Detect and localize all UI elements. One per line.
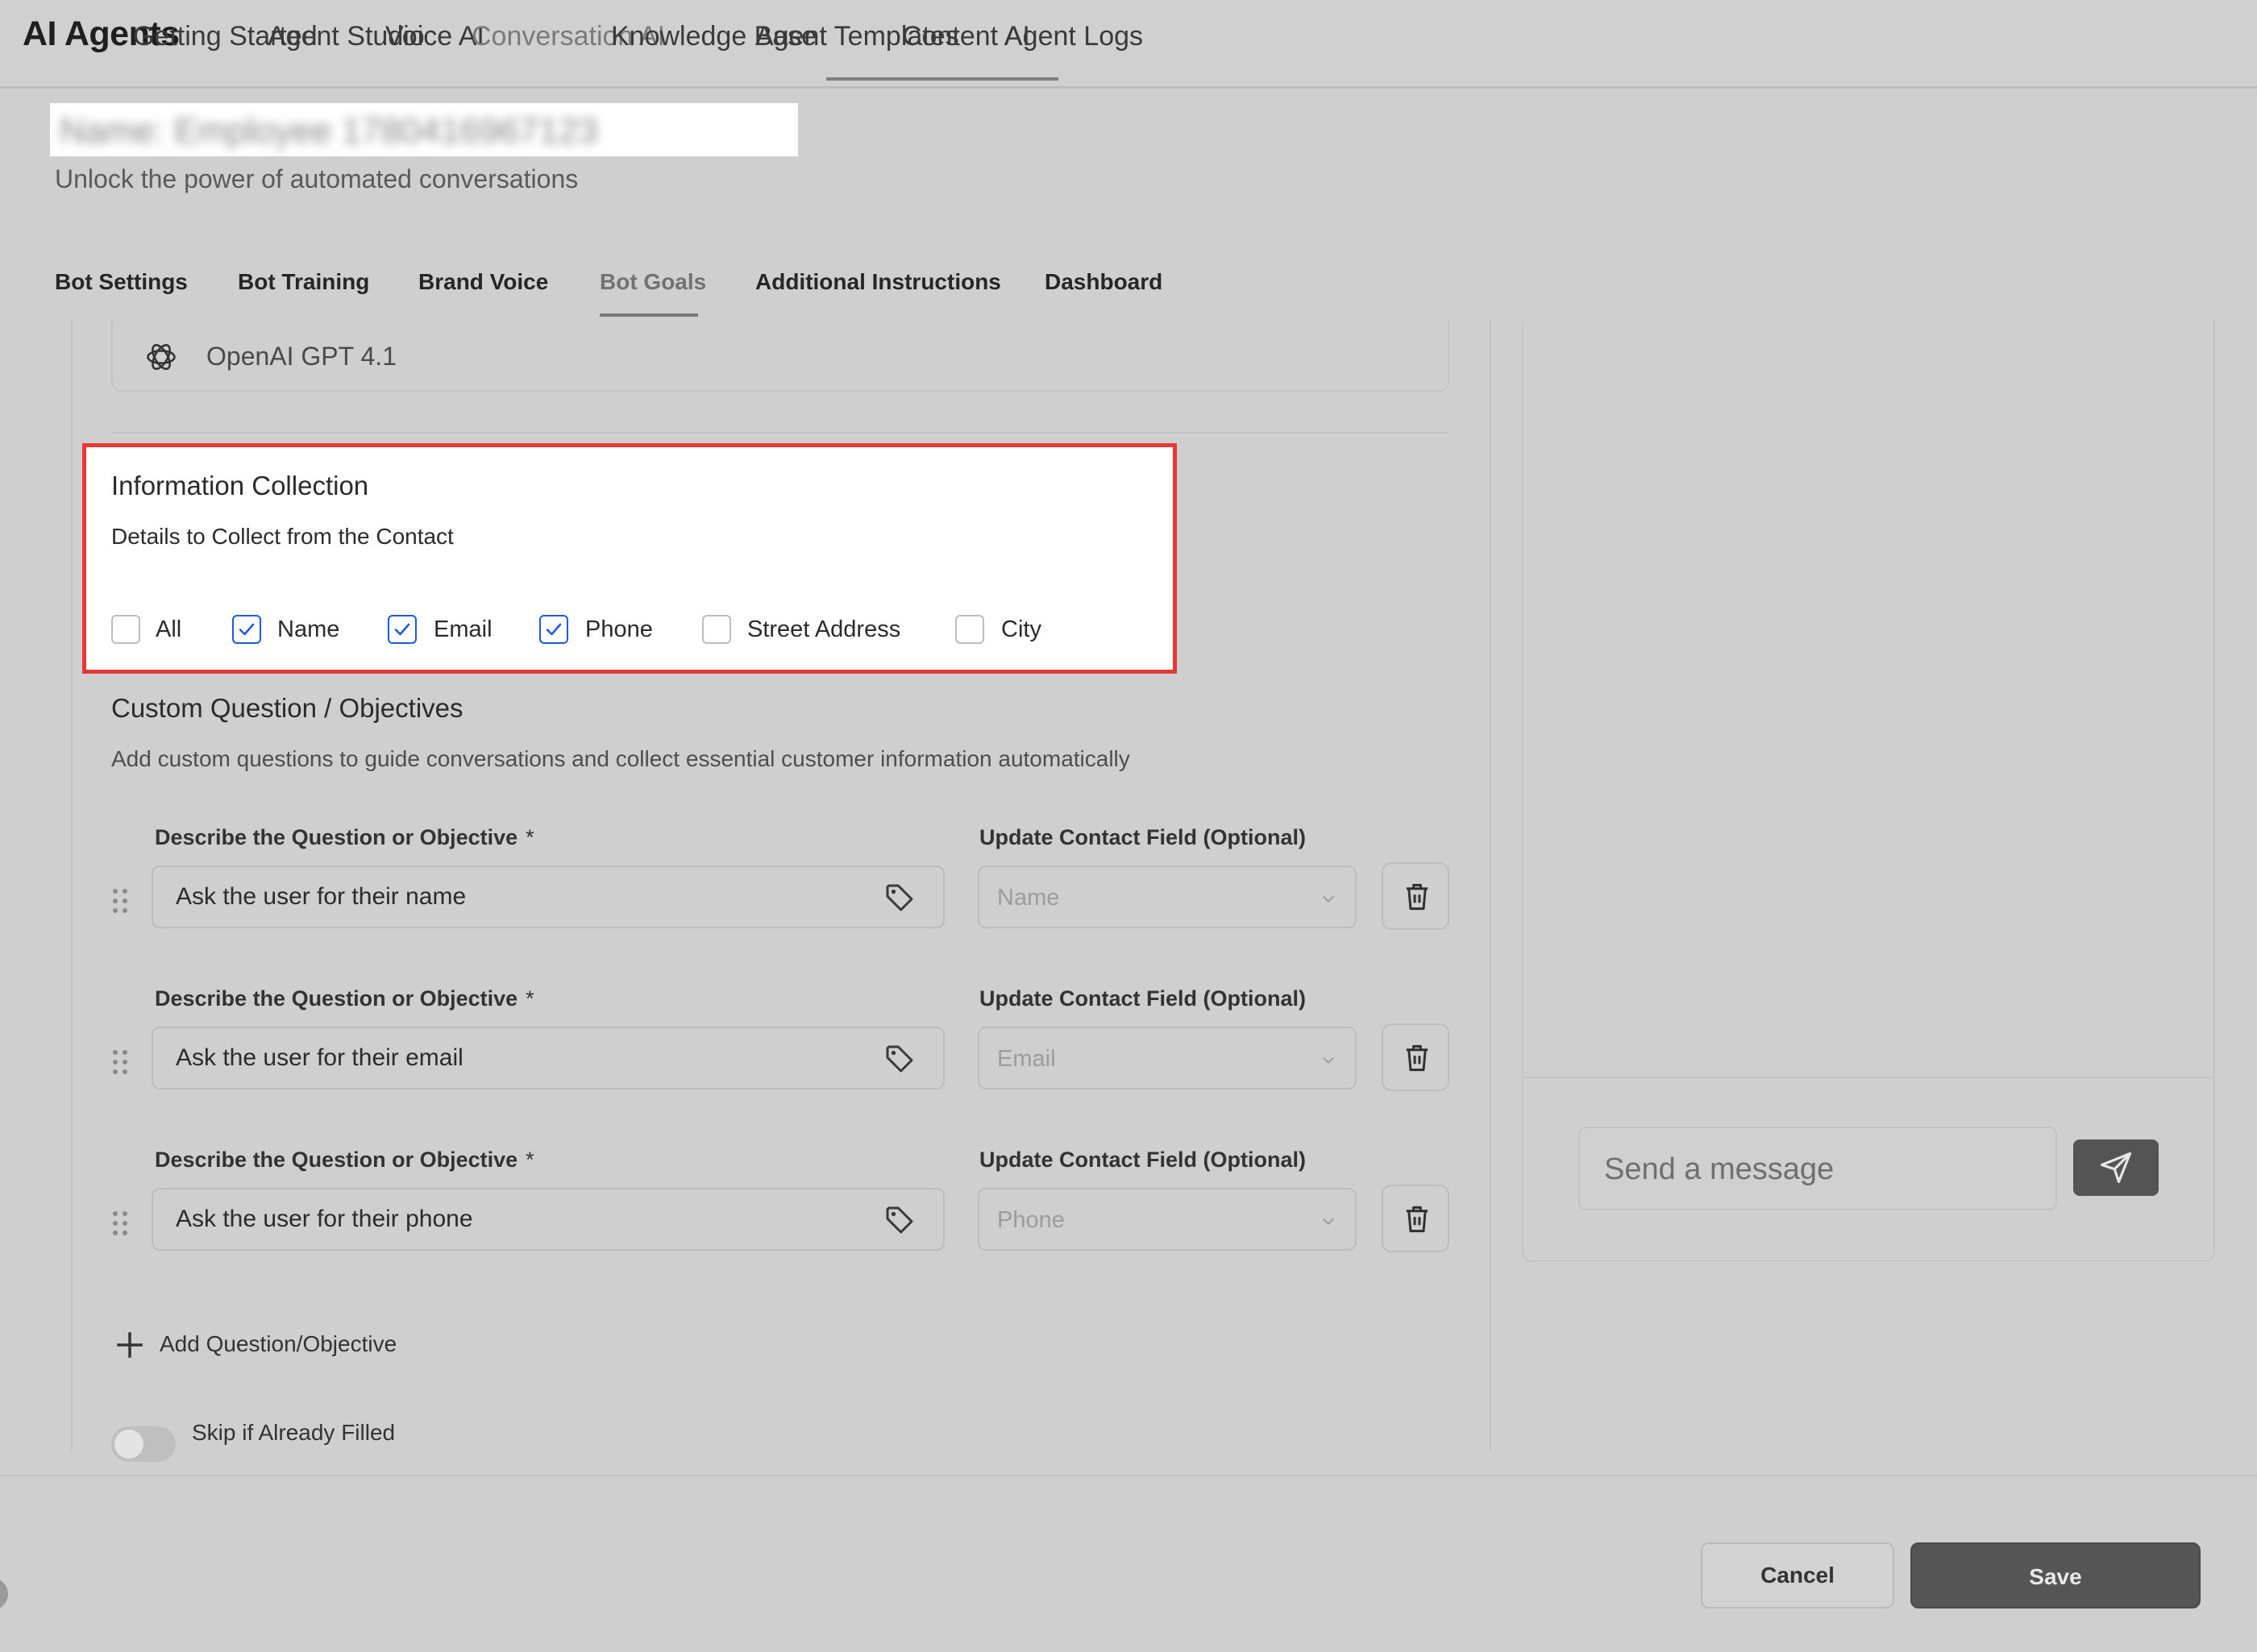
checkbox-label-phone: Phone [585, 616, 653, 642]
check-icon [546, 623, 562, 636]
delete-question-button[interactable] [1382, 1023, 1449, 1091]
checkbox-label-city: City [1001, 616, 1041, 642]
save-button[interactable]: Save [1910, 1542, 2201, 1608]
check-icon [239, 623, 255, 636]
page-subtitle: Unlock the power of automated conversati… [55, 164, 579, 193]
toggle-knob [114, 1430, 143, 1459]
tab-dashboard[interactable]: Dashboard [1045, 269, 1162, 295]
chevron-down-icon [1322, 895, 1335, 903]
side-handle[interactable] [0, 1578, 8, 1610]
skip-if-filled-toggle[interactable] [111, 1426, 176, 1462]
tag-icon[interactable] [883, 882, 916, 914]
checkbox-email[interactable] [388, 615, 417, 644]
trash-icon [1406, 1206, 1428, 1233]
drag-handle-icon[interactable] [111, 888, 129, 914]
drag-handle-icon[interactable] [111, 1049, 129, 1075]
question-input[interactable]: Ask the user for their email [152, 1027, 945, 1090]
chat-preview-panel [1522, 319, 2215, 1262]
drag-handle-icon[interactable] [111, 1210, 129, 1236]
question-input[interactable]: Ask the user for their phone [152, 1188, 945, 1251]
skip-if-filled-label: Skip if Already Filled [192, 1420, 396, 1445]
check-icon [394, 623, 410, 636]
contact-field-select[interactable]: Email [978, 1027, 1357, 1090]
delete-question-button[interactable] [1382, 1185, 1449, 1252]
information-collection-subtitle: Details to Collect from the Contact [111, 524, 454, 549]
custom-questions-title: Custom Question / Objectives [111, 693, 463, 723]
active-subtab-indicator [600, 313, 698, 317]
delete-question-button[interactable] [1382, 862, 1449, 930]
plus-icon [117, 1332, 143, 1358]
send-message-button[interactable] [2073, 1139, 2159, 1196]
question-input[interactable]: Ask the user for their name [152, 865, 945, 928]
question-label: Describe the Question or Objective * [155, 825, 534, 849]
tag-icon[interactable] [883, 1043, 916, 1075]
send-icon [2100, 1152, 2132, 1184]
model-label: OpenAI GPT 4.1 [206, 342, 397, 371]
question-label: Describe the Question or Objective * [155, 986, 534, 1011]
tab-bot-goals[interactable]: Bot Goals [600, 269, 706, 295]
contact-field-select[interactable]: Name [978, 865, 1357, 928]
bot-name-redacted: Name: Employee 1780416967123 [50, 103, 798, 156]
contact-field-label: Update Contact Field (Optional) [979, 1148, 1306, 1172]
tag-icon[interactable] [883, 1204, 916, 1236]
nav-tab-voice-ai[interactable]: Voice AI [385, 21, 484, 52]
chat-message-input[interactable]: Send a message [1578, 1127, 2057, 1210]
checkbox-phone[interactable] [539, 615, 568, 644]
checkbox-all[interactable] [111, 615, 140, 644]
tab-brand-voice[interactable]: Brand Voice [418, 269, 548, 295]
trash-icon [1406, 883, 1428, 911]
add-question-label: Add Question/Objective [160, 1331, 397, 1356]
footer-divider [0, 1475, 2257, 1476]
contact-field-label: Update Contact Field (Optional) [979, 986, 1306, 1011]
chat-divider [1523, 1077, 2213, 1078]
checkbox-name[interactable] [232, 615, 261, 644]
active-tab-indicator [826, 77, 1058, 81]
top-nav-bar: AI Agents Getting Started Agent Studio V… [0, 0, 2257, 89]
question-label: Describe the Question or Objective * [155, 1148, 534, 1172]
section-divider [111, 432, 1449, 434]
chevron-down-icon [1322, 1218, 1335, 1225]
tab-bot-settings[interactable]: Bot Settings [55, 269, 188, 295]
checkbox-label-street-address: Street Address [747, 616, 901, 642]
checkbox-city[interactable] [955, 615, 984, 644]
nav-tab-agent-logs[interactable]: Agent Logs [1004, 21, 1143, 52]
openai-icon [147, 343, 176, 371]
checkbox-label-email: Email [434, 616, 493, 642]
contact-field-select[interactable]: Phone [978, 1188, 1357, 1251]
tab-bot-training[interactable]: Bot Training [238, 269, 369, 295]
information-collection-title: Information Collection [111, 471, 369, 500]
checkbox-label-all: All [156, 616, 182, 642]
contact-field-label: Update Contact Field (Optional) [979, 825, 1306, 849]
cancel-button[interactable]: Cancel [1701, 1542, 1894, 1608]
checkbox-label-name: Name [277, 616, 340, 642]
custom-questions-subtitle: Add custom questions to guide conversati… [111, 746, 1130, 771]
checkbox-street-address[interactable] [702, 615, 731, 644]
chevron-down-icon [1322, 1056, 1335, 1064]
trash-icon [1406, 1044, 1428, 1072]
tab-additional-instructions[interactable]: Additional Instructions [755, 269, 1001, 295]
